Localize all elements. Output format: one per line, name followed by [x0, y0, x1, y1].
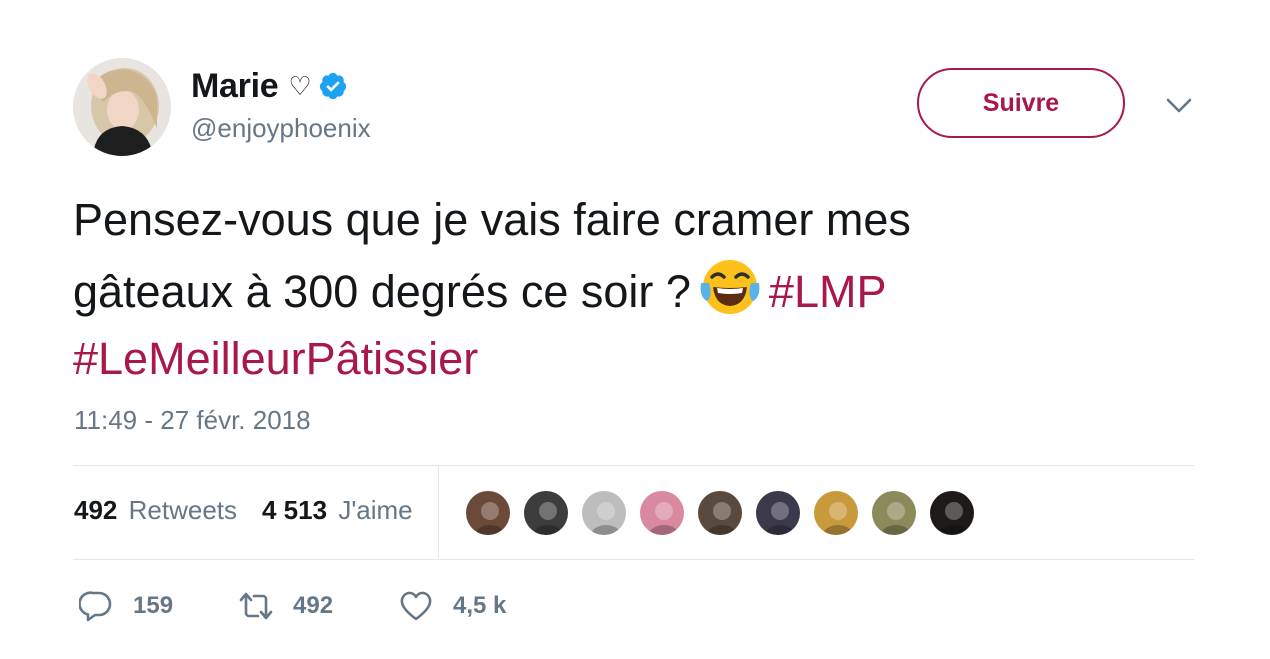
liker-avatar[interactable]	[928, 489, 976, 537]
stats-separator	[438, 466, 439, 559]
liker-avatar[interactable]	[464, 489, 512, 537]
retweet-button[interactable]: 492	[239, 589, 333, 623]
divider	[73, 465, 1194, 466]
retweets-count: 492	[74, 495, 118, 525]
hashtag-link-lmp[interactable]: #LMP	[769, 266, 887, 317]
divider	[73, 559, 1194, 560]
avatar[interactable]	[73, 58, 171, 156]
heart-icon	[400, 591, 432, 621]
likes-label: J'aime	[338, 495, 413, 525]
reply-icon	[79, 591, 112, 622]
face-with-tears-of-joy-icon	[700, 260, 760, 314]
liker-avatar[interactable]	[812, 489, 860, 537]
retweet-icon	[239, 592, 273, 620]
liker-avatar[interactable]	[580, 489, 628, 537]
retweets-stat[interactable]: 492 Retweets	[74, 495, 237, 526]
tweet-text: Pensez-vous que je vais faire cramer mes…	[73, 186, 1193, 392]
user-name-row[interactable]: Marie ♡	[191, 66, 348, 106]
liker-avatar[interactable]	[696, 489, 744, 537]
name-heart-suffix: ♡	[288, 71, 312, 101]
tweet-timestamp[interactable]: 11:49 - 27 févr. 2018	[74, 405, 311, 436]
tweet-text-fragment: gâteaux à 300 degrés ce soir ?	[73, 266, 691, 317]
reply-count: 159	[133, 592, 174, 619]
hashtag-link-lemeilleurpatissier[interactable]: #LeMeilleurPâtissier	[73, 333, 478, 384]
likes-count: 4 513	[262, 495, 328, 525]
tweet-text-line-3: #LeMeilleurPâtissier	[73, 325, 1193, 392]
verified-badge-icon	[319, 72, 346, 100]
tweet-text-line-1: Pensez-vous que je vais faire cramer mes	[73, 194, 911, 245]
chevron-down-icon[interactable]	[1164, 92, 1194, 118]
liker-avatar[interactable]	[754, 489, 802, 537]
liker-avatar[interactable]	[870, 489, 918, 537]
reply-button[interactable]: 159	[79, 589, 173, 623]
retweet-count: 492	[293, 592, 334, 619]
like-button[interactable]: 4,5 k	[399, 589, 506, 623]
display-name[interactable]: Marie	[191, 67, 279, 106]
tweet-card: Marie ♡ @enjoyphoenix Suivre Pensez-vous…	[0, 0, 1270, 659]
tweet-text-line-2: gâteaux à 300 degrés ce soir ? #LMP	[73, 253, 1193, 325]
likers-avatars	[464, 489, 986, 537]
likes-stat[interactable]: 4 513 J'aime	[262, 495, 413, 526]
user-handle[interactable]: @enjoyphoenix	[191, 113, 371, 144]
like-count: 4,5 k	[453, 592, 507, 619]
liker-avatar[interactable]	[638, 489, 686, 537]
liker-avatar[interactable]	[522, 489, 570, 537]
follow-button[interactable]: Suivre	[917, 68, 1125, 138]
retweets-label: Retweets	[128, 495, 238, 525]
